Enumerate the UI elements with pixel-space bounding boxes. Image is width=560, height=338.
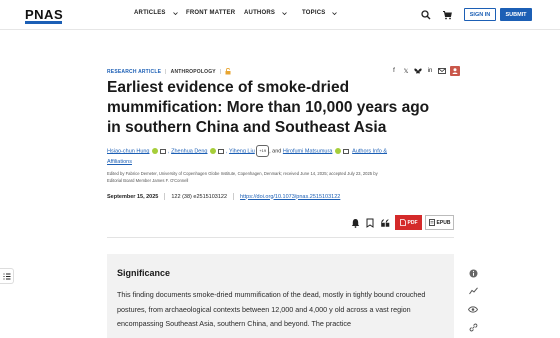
nav-articles-label: ARTICLES <box>134 10 166 16</box>
bluesky-icon[interactable] <box>414 67 422 75</box>
pnas-logo[interactable]: PNAS <box>25 7 63 22</box>
email-icon[interactable] <box>438 67 446 75</box>
article-subject[interactable]: ANTHROPOLOGY <box>171 69 216 75</box>
nav-authors-label: AUTHORS <box>244 10 276 16</box>
meta-separator: | <box>165 68 167 75</box>
pdf-icon <box>399 219 406 226</box>
chevron-down-icon <box>172 11 178 15</box>
metrics-chart-icon[interactable] <box>468 286 478 296</box>
logo-underline <box>25 21 62 24</box>
site-header: PNAS ARTICLES FRONT MATTER AUTHORS TOPIC… <box>0 0 560 30</box>
author-link[interactable]: Hirofumi Matsumura <box>283 148 333 154</box>
email-icon[interactable] <box>160 148 167 154</box>
author-link[interactable]: Zhenhua Deng <box>171 148 207 154</box>
open-access-icon <box>225 68 231 75</box>
section-divider <box>107 237 454 238</box>
email-icon[interactable] <box>218 148 225 154</box>
doi-link[interactable]: https://doi.org/10.1073/pnas.2515103122 <box>240 194 340 200</box>
article-meta: RESEARCH ARTICLE | ANTHROPOLOGY | <box>107 68 231 75</box>
bell-alert-icon[interactable] <box>349 217 361 229</box>
significance-text: This finding documents smoke-dried mummi… <box>117 290 426 328</box>
orcid-icon[interactable] <box>152 148 159 154</box>
table-of-contents-toggle[interactable] <box>0 268 14 284</box>
email-icon[interactable] <box>342 148 349 154</box>
orcid-icon[interactable] <box>210 148 217 154</box>
bookmark-icon[interactable] <box>364 217 376 229</box>
facebook-icon[interactable]: f <box>390 67 398 75</box>
chevron-down-icon <box>332 11 338 15</box>
nav-articles[interactable]: ARTICLES <box>134 10 178 16</box>
share-bar: f 𝕏 in <box>390 66 460 76</box>
view-eye-icon[interactable] <box>468 304 478 314</box>
epub-label: EPUB <box>436 219 451 226</box>
editor-note: Edited by Fabrice Demeter, University of… <box>107 171 378 183</box>
sign-in-button[interactable]: SIGN IN <box>464 8 496 21</box>
cite-quote-icon[interactable] <box>379 217 391 229</box>
nav-front-matter-label: FRONT MATTER <box>186 10 236 16</box>
article-type[interactable]: RESEARCH ARTICLE <box>107 69 161 75</box>
x-twitter-icon[interactable]: 𝕏 <box>402 67 410 75</box>
side-tools <box>466 268 480 332</box>
publication-date: September 15, 2025 <box>107 193 159 200</box>
nav-authors[interactable]: AUTHORS <box>244 10 287 16</box>
epub-icon <box>428 219 435 226</box>
search-icon[interactable] <box>420 9 432 21</box>
submit-button[interactable]: SUBMIT <box>500 8 532 21</box>
publication-info: September 15, 2025 122 (38) e2515103122 … <box>107 193 340 200</box>
epub-button[interactable]: EPUB <box>425 215 454 230</box>
nav-topics-label: TOPICS <box>302 10 326 16</box>
article-title: Earliest evidence of smoke-dried mummifi… <box>107 79 430 136</box>
pdf-button[interactable]: PDF <box>395 215 422 230</box>
divider <box>164 193 166 200</box>
author-link[interactable]: Yiheng Liu <box>229 148 255 154</box>
pdf-label: PDF <box>407 219 418 226</box>
meta-separator: | <box>219 68 222 75</box>
significance-heading: Significance <box>117 268 171 278</box>
author-list: Hsiao-chun Hung , Zhenhua Deng , Yiheng … <box>107 145 407 167</box>
more-authors-badge[interactable]: +19 <box>256 145 270 157</box>
nav-topics[interactable]: TOPICS <box>302 10 338 16</box>
volume-info: 122 (38) e2515103122 <box>171 193 228 200</box>
info-icon[interactable] <box>468 268 478 278</box>
link-icon[interactable] <box>468 322 478 332</box>
list-icon <box>3 273 10 279</box>
divider <box>233 193 235 200</box>
linkedin-icon[interactable]: in <box>426 67 434 75</box>
nav-front-matter[interactable]: FRONT MATTER <box>186 10 235 16</box>
cart-icon[interactable] <box>441 9 453 21</box>
mendeley-icon[interactable] <box>450 66 460 76</box>
chevron-down-icon <box>282 11 287 15</box>
author-link[interactable]: Hsiao-chun Hung <box>107 148 150 154</box>
and-text: , and <box>269 148 282 155</box>
significance-box: Significance This finding documents smok… <box>107 254 454 338</box>
orcid-icon[interactable] <box>334 148 341 154</box>
